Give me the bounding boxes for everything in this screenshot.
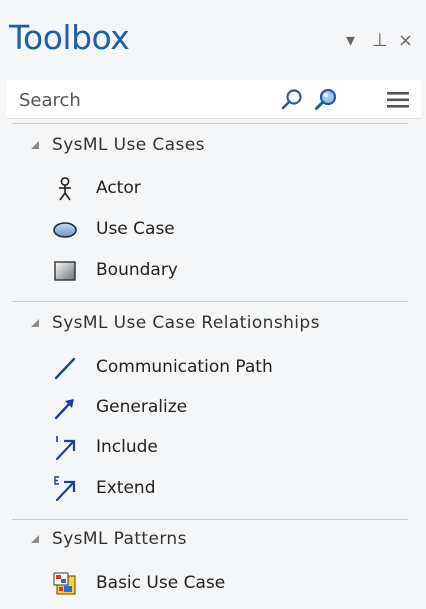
generalize-icon bbox=[54, 399, 74, 420]
item-label: Generalize bbox=[96, 397, 188, 417]
title-bar: Toolbox ▾ ⊥ × bbox=[0, 0, 426, 78]
advanced-search-icon[interactable] bbox=[313, 87, 339, 113]
menu-icon[interactable] bbox=[385, 87, 411, 113]
toolbox-panel: Toolbox ▾ ⊥ × Search SysML Use Cases Act… bbox=[0, 0, 426, 609]
group-label: SysML Patterns bbox=[52, 529, 187, 549]
item-label: Basic Use Case bbox=[96, 573, 226, 593]
item-label: Boundary bbox=[96, 260, 178, 280]
toolbox-item-communication-path[interactable]: Communication Path bbox=[48, 350, 408, 384]
toolbox-item-basic-use-case[interactable]: Basic Use Case bbox=[48, 566, 408, 600]
collapse-triangle-icon bbox=[31, 141, 39, 149]
group-header-sysml-patterns[interactable]: SysML Patterns bbox=[0, 523, 426, 557]
toolbox-item-boundary[interactable]: Boundary bbox=[48, 253, 408, 287]
item-label: Include bbox=[96, 437, 158, 457]
collapse-triangle-icon bbox=[31, 319, 39, 327]
collapse-triangle-icon bbox=[31, 535, 39, 543]
toolbox-item-generalize[interactable]: Generalize bbox=[48, 390, 408, 424]
use-case-icon bbox=[53, 222, 77, 238]
dropdown-icon[interactable]: ▾ bbox=[346, 30, 355, 51]
group-label: SysML Use Case Relationships bbox=[52, 313, 320, 333]
search-input[interactable] bbox=[17, 84, 271, 116]
group-header-sysml-use-cases[interactable]: SysML Use Cases bbox=[0, 129, 426, 163]
close-icon[interactable]: × bbox=[398, 30, 413, 51]
divider bbox=[12, 301, 408, 302]
include-icon bbox=[55, 436, 76, 461]
toolbox-item-actor[interactable]: Actor bbox=[48, 171, 408, 205]
divider bbox=[12, 519, 408, 520]
panel-title: Toolbox bbox=[9, 18, 130, 57]
toolbox-item-extend[interactable]: Extend bbox=[48, 471, 408, 505]
basic-use-case-icon bbox=[53, 572, 76, 595]
communication-path-icon bbox=[54, 357, 76, 380]
group-label: SysML Use Cases bbox=[52, 135, 205, 155]
item-label: Use Case bbox=[96, 219, 175, 239]
group-header-sysml-use-case-relationships[interactable]: SysML Use Case Relationships bbox=[0, 307, 426, 341]
item-label: Extend bbox=[96, 478, 156, 498]
extend-icon bbox=[54, 476, 76, 502]
search-bar bbox=[7, 80, 421, 119]
boundary-icon bbox=[54, 261, 76, 281]
actor-icon bbox=[59, 177, 71, 201]
toolbox-item-include[interactable]: Include bbox=[48, 430, 408, 464]
pin-icon[interactable]: ⊥ bbox=[372, 30, 388, 51]
item-label: Communication Path bbox=[96, 357, 273, 377]
divider bbox=[12, 123, 408, 124]
search-icon[interactable] bbox=[279, 87, 305, 113]
item-label: Actor bbox=[96, 178, 141, 198]
toolbox-item-use-case[interactable]: Use Case bbox=[48, 212, 408, 246]
